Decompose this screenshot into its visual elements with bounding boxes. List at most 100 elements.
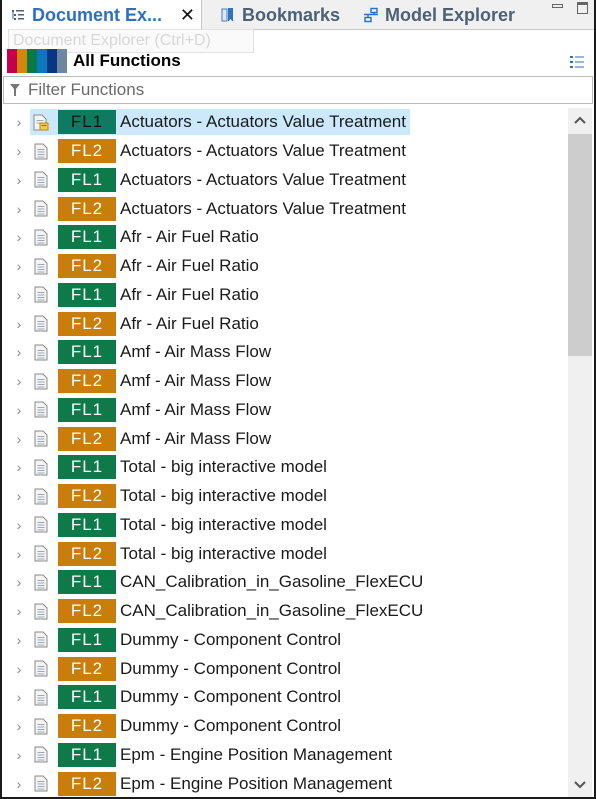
tree-row[interactable]: › FL2 Actuators - Actuators Value Treatmen… <box>2 194 568 223</box>
tree-row[interactable]: › FL2 Actuators - Actuators Value Treatmen… <box>2 137 568 166</box>
expand-chevron-icon[interactable]: › <box>2 172 30 188</box>
function-label: Total - big interactive model <box>120 457 327 477</box>
tree-item[interactable]: FL2 Total - big interactive model <box>30 541 331 567</box>
expand-chevron-icon[interactable]: › <box>2 287 30 303</box>
function-label: Afr - Air Fuel Ratio <box>120 256 259 276</box>
tree-row[interactable]: › FL2 CAN_Calibration_in_Gasoline_FlexECU <box>2 597 568 626</box>
tree-row[interactable]: › FL1 Total - big interactive model <box>2 453 568 482</box>
minimize-button[interactable] <box>552 4 563 8</box>
expand-chevron-icon[interactable]: › <box>2 517 30 533</box>
expand-chevron-icon[interactable]: › <box>2 718 30 734</box>
expand-chevron-icon[interactable]: › <box>2 574 30 590</box>
tree-item[interactable]: FL2 Dummy - Component Control <box>30 713 345 739</box>
level-badge: FL1 <box>58 512 116 537</box>
tree-item[interactable]: FL2 Afr - Air Fuel Ratio <box>30 253 263 279</box>
expand-chevron-icon[interactable]: › <box>2 143 30 159</box>
expand-chevron-icon[interactable]: › <box>2 488 30 504</box>
tree-row[interactable]: › FL2 Amf - Air Mass Flow <box>2 367 568 396</box>
tree-item[interactable]: FL1 Amf - Air Mass Flow <box>30 397 275 423</box>
tree-row[interactable]: › FL1 Amf - Air Mass Flow <box>2 396 568 425</box>
tree-row[interactable]: › FL2 Total - big interactive model <box>2 482 568 511</box>
tree-item[interactable]: FL1 Afr - Air Fuel Ratio <box>30 282 263 308</box>
tree-item[interactable]: FL1 Actuators - Actuators Value Treatment <box>30 109 410 136</box>
tree-item[interactable]: FL2 Afr - Air Fuel Ratio <box>30 311 263 337</box>
tree-row[interactable]: › FL1 Actuators - Actuators Value Treatmen… <box>2 166 568 195</box>
tree-row[interactable]: › FL2 Afr - Air Fuel Ratio <box>2 252 568 281</box>
expand-chevron-icon[interactable]: › <box>2 603 30 619</box>
level-badge: FL2 <box>58 139 116 164</box>
tree-row[interactable]: › FL1 Dummy - Component Control <box>2 626 568 655</box>
tree-row[interactable]: › FL1 Total - big interactive model <box>2 511 568 540</box>
filter-input[interactable] <box>28 80 568 100</box>
document-icon <box>30 199 52 219</box>
tree-row[interactable]: › FL1 Actuators - Actuators Value Treatmen… <box>2 108 568 137</box>
tab-document-explorer[interactable]: Document Ex... ✕ <box>2 0 202 31</box>
tree-item[interactable]: FL2 Actuators - Actuators Value Treatment <box>30 138 410 164</box>
expand-chevron-icon[interactable]: › <box>2 776 30 792</box>
function-label: CAN_Calibration_in_Gasoline_FlexECU <box>120 572 424 592</box>
tab-label: Document Ex... <box>32 5 163 25</box>
tree-item[interactable]: FL2 Total - big interactive model <box>30 483 331 509</box>
tree-row[interactable]: › FL1 Dummy - Component Control <box>2 683 568 712</box>
level-badge: FL2 <box>58 311 116 336</box>
tree-row[interactable]: › FL1 Afr - Air Fuel Ratio <box>2 281 568 310</box>
expand-chevron-icon[interactable]: › <box>2 632 30 648</box>
scroll-up-button[interactable] <box>568 108 592 132</box>
tree-row[interactable]: › FL1 Amf - Air Mass Flow <box>2 338 568 367</box>
expand-chevron-icon[interactable]: › <box>2 201 30 217</box>
tree-item[interactable]: FL2 CAN_Calibration_in_Gasoline_FlexECU <box>30 598 427 624</box>
function-label: Dummy - Component Control <box>120 716 342 736</box>
expand-chevron-icon[interactable]: › <box>2 402 30 418</box>
tree-item[interactable]: FL2 Dummy - Component Control <box>30 656 345 682</box>
expand-chevron-icon[interactable]: › <box>2 689 30 705</box>
tree-item[interactable]: FL1 Dummy - Component Control <box>30 684 345 710</box>
vertical-scrollbar[interactable] <box>568 108 592 797</box>
tree-row[interactable]: › FL1 CAN_Calibration_in_Gasoline_FlexECU <box>2 568 568 597</box>
tree-row[interactable]: › FL2 Afr - Air Fuel Ratio <box>2 309 568 338</box>
tree-item[interactable]: FL1 Total - big interactive model <box>30 512 331 538</box>
list-view-icon[interactable] <box>570 55 584 69</box>
document-icon <box>30 716 52 736</box>
tree-item[interactable]: FL1 Epm - Engine Position Management <box>30 742 396 768</box>
tree-row[interactable]: › FL1 Afr - Air Fuel Ratio <box>2 223 568 252</box>
tree-item[interactable]: FL1 Amf - Air Mass Flow <box>30 339 275 365</box>
close-icon[interactable]: ✕ <box>180 5 195 26</box>
expand-chevron-icon[interactable]: › <box>2 431 30 447</box>
document-icon <box>30 774 52 794</box>
tree-item[interactable]: FL2 Amf - Air Mass Flow <box>30 368 275 394</box>
expand-chevron-icon[interactable]: › <box>2 229 30 245</box>
tree-row[interactable]: › FL2 Epm - Engine Position Management <box>2 769 568 798</box>
tree-item[interactable]: FL1 Afr - Air Fuel Ratio <box>30 224 263 250</box>
expand-chevron-icon[interactable]: › <box>2 661 30 677</box>
document-explorer-icon <box>10 8 26 24</box>
scroll-down-button[interactable] <box>568 773 592 797</box>
tree-item[interactable]: FL1 Actuators - Actuators Value Treatment <box>30 167 410 193</box>
tree-item[interactable]: FL1 CAN_Calibration_in_Gasoline_FlexECU <box>30 569 427 595</box>
tab-bookmarks[interactable]: Bookmarks <box>212 0 340 30</box>
level-badge: FL1 <box>58 570 116 595</box>
level-badge: FL1 <box>58 627 116 652</box>
tree-item[interactable]: FL1 Dummy - Component Control <box>30 627 345 653</box>
tree-row[interactable]: › FL2 Dummy - Component Control <box>2 712 568 741</box>
expand-chevron-icon[interactable]: › <box>2 459 30 475</box>
expand-chevron-icon[interactable]: › <box>2 344 30 360</box>
expand-chevron-icon[interactable]: › <box>2 747 30 763</box>
tab-model-explorer[interactable]: Model Explorer <box>355 0 515 30</box>
tree-item[interactable]: FL2 Amf - Air Mass Flow <box>30 426 275 452</box>
expand-chevron-icon[interactable]: › <box>2 258 30 274</box>
tree-row[interactable]: › FL2 Dummy - Component Control <box>2 654 568 683</box>
scrollbar-thumb[interactable] <box>568 134 592 356</box>
expand-chevron-icon[interactable]: › <box>2 546 30 562</box>
document-icon <box>30 572 52 592</box>
tree-item[interactable]: FL2 Epm - Engine Position Management <box>30 771 396 797</box>
expand-chevron-icon[interactable]: › <box>2 373 30 389</box>
tree-row[interactable]: › FL2 Total - big interactive model <box>2 539 568 568</box>
tree-item[interactable]: FL2 Actuators - Actuators Value Treatment <box>30 196 410 222</box>
filter-field[interactable] <box>3 76 593 104</box>
maximize-button[interactable] <box>577 2 588 14</box>
tree-row[interactable]: › FL1 Epm - Engine Position Management <box>2 741 568 770</box>
tree-item[interactable]: FL1 Total - big interactive model <box>30 454 331 480</box>
expand-chevron-icon[interactable]: › <box>2 114 30 130</box>
tree-row[interactable]: › FL2 Amf - Air Mass Flow <box>2 424 568 453</box>
expand-chevron-icon[interactable]: › <box>2 316 30 332</box>
